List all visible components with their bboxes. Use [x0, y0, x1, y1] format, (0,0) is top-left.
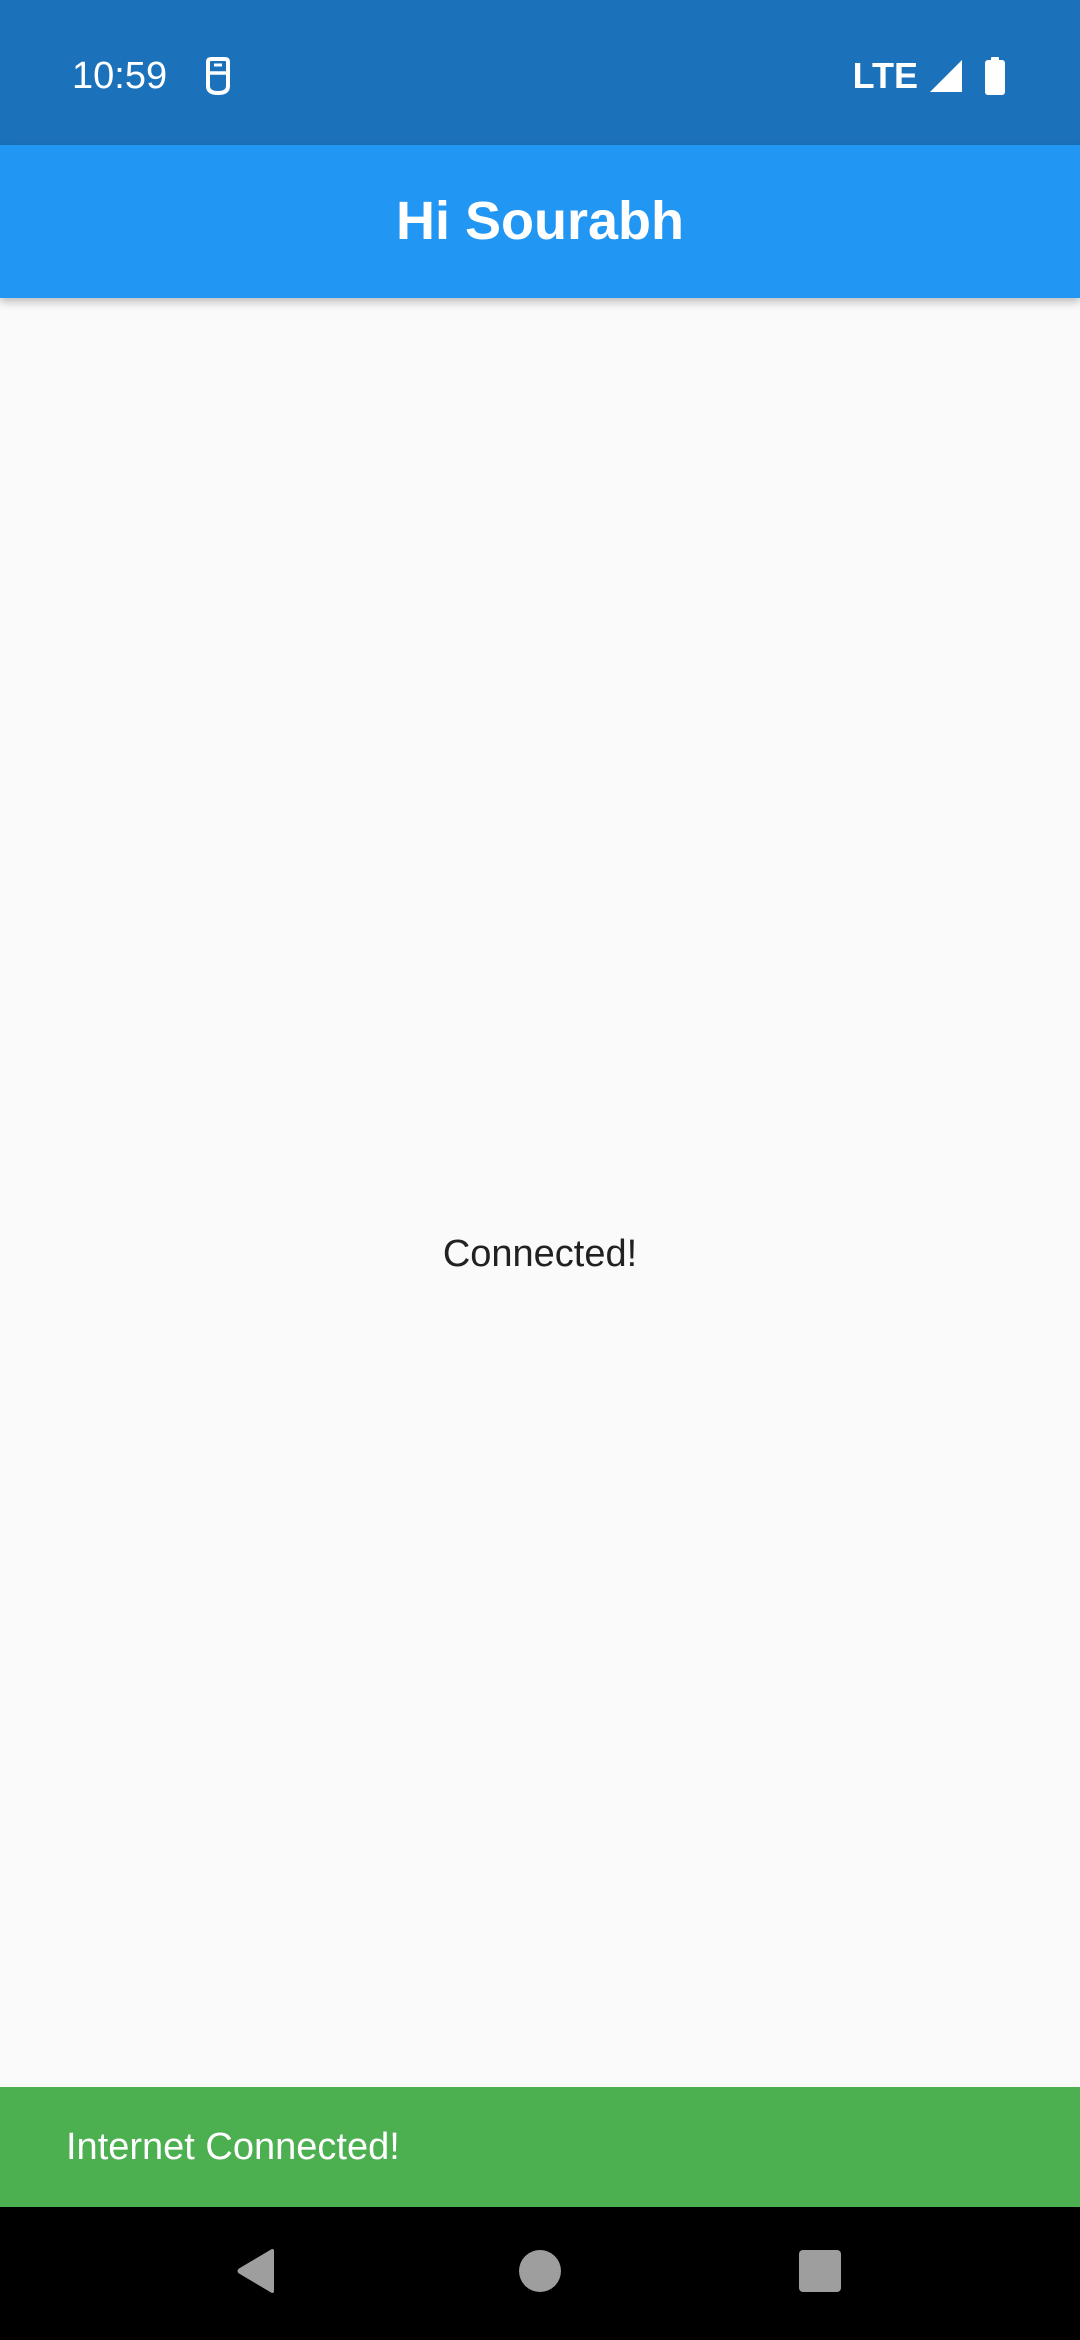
- status-time: 10:59: [72, 55, 168, 97]
- sim-card-icon: [202, 56, 234, 96]
- main-content: Connected!: [0, 298, 1080, 2087]
- back-triangle-icon: [234, 2247, 278, 2300]
- status-bar: 10:59 LTE: [0, 0, 1080, 145]
- home-circle-icon: [518, 2249, 562, 2298]
- cellular-signal-icon: [928, 58, 964, 94]
- system-navigation-bar: [0, 2207, 1080, 2340]
- snackbar[interactable]: Internet Connected!: [0, 2087, 1080, 2207]
- recents-square-icon: [798, 2249, 842, 2298]
- home-button[interactable]: [504, 2237, 576, 2309]
- app-bar-title: Hi Sourabh: [395, 191, 684, 251]
- status-indicators: LTE: [853, 52, 1006, 100]
- phone-screen: 10:59 LTE Hi Sourabh Connected! Internet…: [0, 0, 1080, 2340]
- snackbar-message: Internet Connected!: [66, 2126, 400, 2168]
- recents-button[interactable]: [784, 2237, 856, 2309]
- battery-full-icon: [984, 57, 1006, 95]
- back-button[interactable]: [220, 2237, 292, 2309]
- app-bar: Hi Sourabh: [0, 145, 1080, 298]
- network-type-label: LTE: [852, 55, 918, 96]
- connection-status-text: Connected!: [442, 1233, 638, 1275]
